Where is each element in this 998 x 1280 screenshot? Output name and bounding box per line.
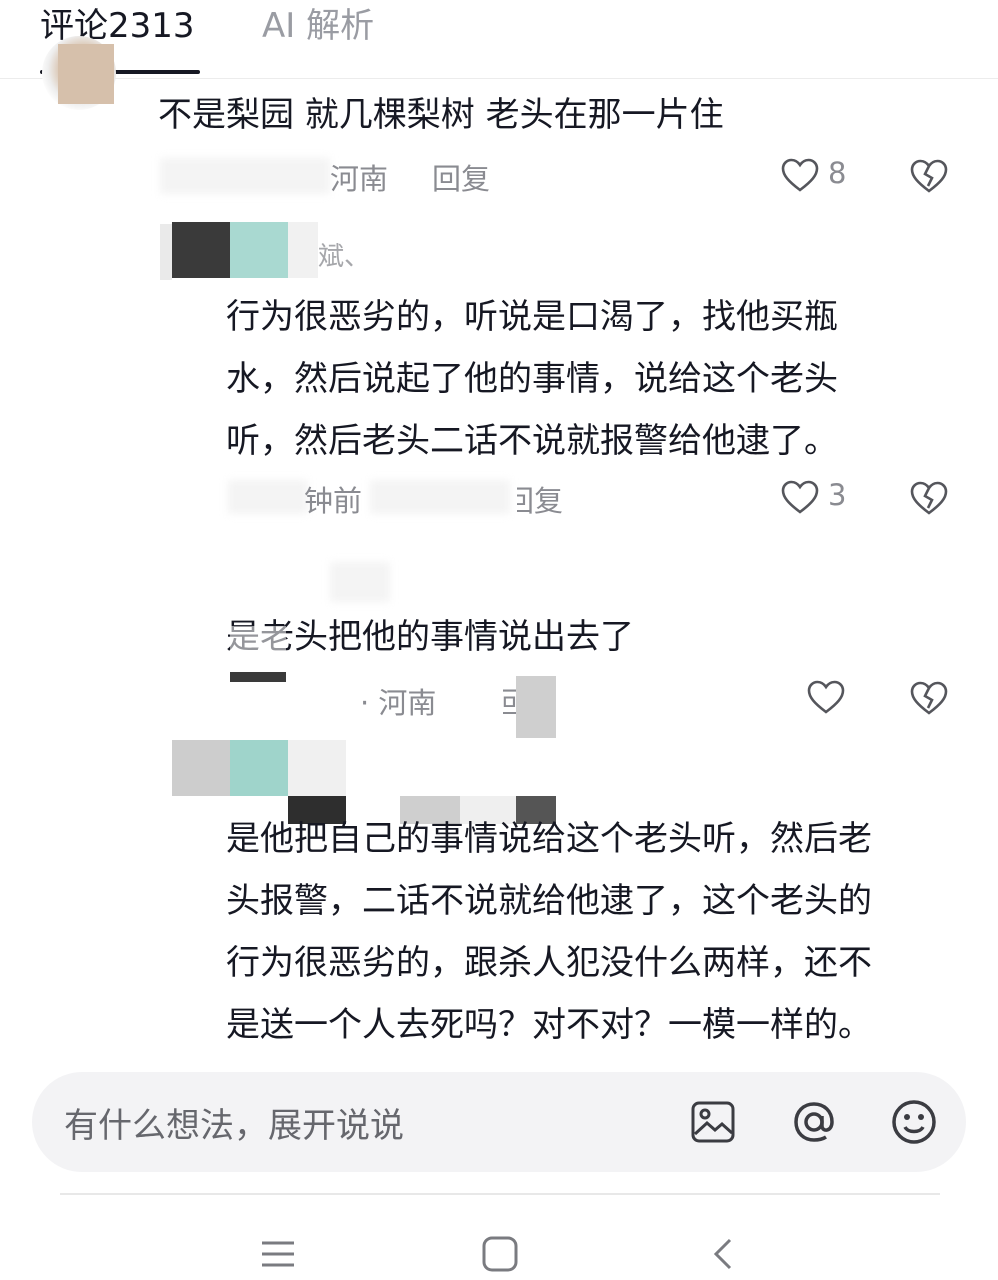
comment-time: 钟前 <box>304 484 363 518</box>
avatar-pixelated <box>58 44 114 104</box>
comment-text: 不是梨园 就几棵梨树 老头在那一片住 <box>158 95 724 135</box>
avatar[interactable] <box>172 740 230 796</box>
heart-icon[interactable] <box>806 678 846 718</box>
avatar-pixelated <box>230 740 288 796</box>
menu-icon[interactable] <box>258 1234 298 1274</box>
comment-line: 行为很恶劣的，跟杀人犯没什么两样，还不 <box>226 943 872 983</box>
comment-location: 河南 <box>330 162 389 196</box>
home-icon[interactable] <box>480 1234 520 1274</box>
comment-line: 是他把自己的事情说给这个老头听，然后老 <box>226 819 872 859</box>
avatar-pixelated <box>160 224 172 280</box>
dislike-icon[interactable] <box>908 156 950 196</box>
comment-text: 是老头把他的事情说出去了 <box>226 617 634 657</box>
back-icon[interactable] <box>704 1234 744 1274</box>
like-count: 3 <box>828 478 847 512</box>
redacted-time <box>160 158 330 194</box>
redacted-avatar <box>330 562 390 602</box>
redaction-block <box>230 626 286 652</box>
reply-button[interactable]: 回复 <box>432 156 490 198</box>
comment-line: 水，然后说起了他的事情，说给这个老头 <box>226 359 838 399</box>
avatar-pixelated <box>230 672 286 682</box>
reply-button[interactable]: 回复 <box>517 478 563 520</box>
avatar-pixelated <box>288 222 318 278</box>
comment-line: 行为很恶劣的，听说是口渴了，找他买瓶 <box>226 297 838 337</box>
comment-line: 听，然后老头二话不说就报警给他逮了。 <box>226 421 838 461</box>
comment-line: 头报警，二话不说就给他逮了，这个老头的 <box>226 881 872 921</box>
redacted-time <box>228 480 308 514</box>
tab-ai-analysis[interactable]: AI 解析 <box>262 4 374 48</box>
redacted-location <box>370 480 510 514</box>
avatar-pixelated <box>288 740 346 796</box>
comment-line: 是送一个人去死吗？对不对？一模一样的。 <box>226 1005 872 1045</box>
dislike-icon[interactable] <box>908 678 950 718</box>
comment-location: · 河南 <box>360 686 437 720</box>
header-divider <box>0 78 998 79</box>
username[interactable]: 斌、 <box>318 236 370 273</box>
comment-input-placeholder: 有什么想法，展开说说 <box>64 1106 404 1146</box>
emoji-icon[interactable] <box>890 1098 938 1146</box>
heart-icon[interactable] <box>780 478 820 518</box>
like-count: 8 <box>828 156 847 190</box>
redaction-block <box>516 676 556 738</box>
heart-icon[interactable] <box>780 156 820 196</box>
bottom-divider <box>60 1193 940 1195</box>
avatar[interactable] <box>172 222 230 278</box>
avatar-pixelated <box>230 222 288 278</box>
dislike-icon[interactable] <box>908 478 950 518</box>
image-icon[interactable] <box>690 1100 736 1144</box>
at-icon[interactable] <box>790 1098 838 1146</box>
